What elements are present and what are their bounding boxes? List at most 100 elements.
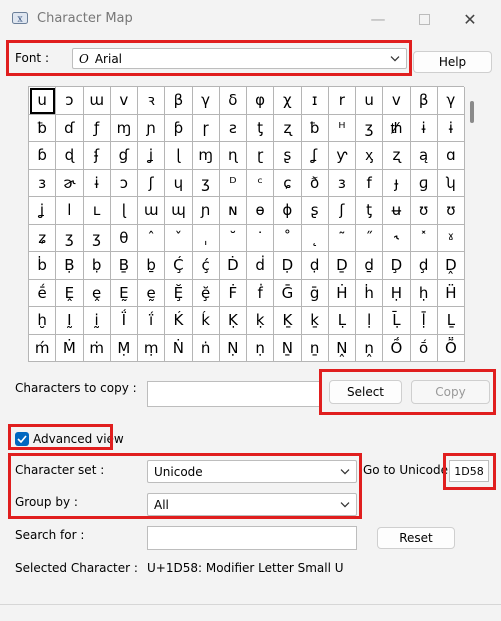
character-cell[interactable]: ɪ [301, 87, 329, 115]
character-cell[interactable]: ḅ [83, 252, 111, 280]
character-cell[interactable]: ƫ [247, 114, 275, 142]
character-cell[interactable]: ƥ [165, 114, 193, 142]
character-cell[interactable]: ʑ [29, 224, 57, 252]
character-cell[interactable]: ˆ [138, 224, 166, 252]
character-cell[interactable]: ḏ [356, 252, 384, 280]
character-cell[interactable]: Ḥ [383, 279, 411, 307]
character-cell[interactable]: ɱ [192, 142, 220, 170]
character-cell[interactable]: ᶜ [247, 169, 275, 197]
character-cell[interactable]: Ḱ [165, 307, 193, 335]
character-cell[interactable]: ɡ [410, 169, 438, 197]
maximize-button[interactable] [404, 6, 444, 32]
character-cell[interactable]: ḑ [410, 252, 438, 280]
character-cell[interactable]: ʒ [356, 114, 384, 142]
character-cell[interactable]: Ḅ [56, 252, 84, 280]
character-cell[interactable]: ḿ [29, 334, 57, 362]
character-cell[interactable]: ʮ [437, 169, 465, 197]
character-cell[interactable]: Ḷ [328, 307, 356, 335]
character-cell[interactable]: ṃ [138, 334, 166, 362]
character-cell[interactable]: ḳ [247, 307, 275, 335]
character-cell[interactable]: ɯ [83, 87, 111, 115]
character-cell[interactable]: Ḧ [437, 279, 465, 307]
character-cell[interactable]: Ḯ [110, 307, 138, 335]
character-cell[interactable]: ḫ [29, 307, 57, 335]
grid-scrollbar[interactable] [467, 86, 478, 362]
character-cell[interactable]: ʃ [328, 197, 356, 225]
character-cell[interactable]: ṉ [301, 334, 329, 362]
character-cell[interactable]: Ḉ [165, 252, 193, 280]
character-cell[interactable]: ḝ [192, 279, 220, 307]
character-cell[interactable]: Ḇ [110, 252, 138, 280]
character-cell[interactable]: θ [110, 224, 138, 252]
character-cell[interactable]: Ṁ [56, 334, 84, 362]
character-cell[interactable]: ƒ [83, 114, 111, 142]
character-cell[interactable]: ɼ [192, 114, 220, 142]
character-cell[interactable]: ɭ [110, 197, 138, 225]
character-cell[interactable]: ꝛ [138, 87, 166, 115]
character-cell[interactable]: ṇ [247, 334, 275, 362]
character-cell[interactable]: ḥ [410, 279, 438, 307]
grid-scrollbar-thumb[interactable] [470, 101, 474, 123]
character-cell[interactable]: ʒ [192, 169, 220, 197]
close-button[interactable]: ✕ [450, 6, 490, 32]
character-cell[interactable]: ḷ [356, 307, 384, 335]
character-cell[interactable]: Ṋ [328, 334, 356, 362]
character-cell[interactable]: ṍ [410, 334, 438, 362]
character-cell[interactable]: ˌ [192, 224, 220, 252]
character-cell[interactable]: ɖ [56, 142, 84, 170]
character-cell[interactable]: ˞ [383, 224, 411, 252]
select-button[interactable]: Select [329, 380, 402, 404]
character-cell[interactable]: ɴ [219, 197, 247, 225]
character-cell[interactable]: Ḭ [56, 307, 84, 335]
character-cell[interactable]: ˠ [437, 224, 465, 252]
character-cell[interactable]: ḱ [192, 307, 220, 335]
character-cell[interactable]: ḯ [138, 307, 166, 335]
character-cell[interactable]: ƨ [219, 114, 247, 142]
character-cell[interactable]: ɨ [410, 114, 438, 142]
character-cell[interactable]: ð [301, 169, 329, 197]
character-cell[interactable]: ɕ [274, 169, 302, 197]
character-cell[interactable]: ɱ [110, 114, 138, 142]
character-cell[interactable]: ʟ [83, 197, 111, 225]
character-cell[interactable]: u [356, 87, 384, 115]
character-cell[interactable]: ɨ [437, 114, 465, 142]
character-cell[interactable]: Ṇ [219, 334, 247, 362]
character-cell[interactable]: ᵺ [383, 114, 411, 142]
character-cell[interactable]: ˙ [247, 224, 275, 252]
character-cell[interactable]: ḡ [301, 279, 329, 307]
character-cell[interactable]: ˇ [165, 224, 193, 252]
character-cell[interactable]: Ḏ [328, 252, 356, 280]
character-cell[interactable]: ɵ [247, 197, 275, 225]
reset-button[interactable]: Reset [377, 527, 455, 549]
character-cell[interactable]: ʐ [383, 142, 411, 170]
character-cell[interactable]: Ṏ [437, 334, 465, 362]
goto-unicode-input[interactable]: 1D58 [449, 460, 489, 482]
help-button[interactable]: Help [413, 51, 492, 73]
character-cell[interactable]: ʆ [301, 142, 329, 170]
character-cell[interactable]: ˘ [219, 224, 247, 252]
character-cell[interactable]: ḃ [29, 252, 57, 280]
group-by-dropdown[interactable]: All [147, 493, 357, 516]
character-cell[interactable]: l [56, 197, 84, 225]
character-cell[interactable]: ḉ [192, 252, 220, 280]
character-cell[interactable]: ą [410, 142, 438, 170]
character-cell[interactable]: ḣ [356, 279, 384, 307]
character-cell[interactable]: ƴ [328, 142, 356, 170]
character-grid[interactable]: uɔɯvꝛβγδφχɪruvβγƀɗƒɱɲƥɼƨƫʐƀᴴʒᵺɨɨɓɖʄɠʝɭɱɳ… [28, 86, 465, 362]
character-cell[interactable]: ˟ [410, 224, 438, 252]
character-cell[interactable]: ʃ [138, 169, 166, 197]
character-cell[interactable]: γ [437, 87, 465, 115]
character-cell[interactable]: ʐ [274, 114, 302, 142]
character-cell[interactable]: Ḙ [56, 279, 84, 307]
character-cell[interactable]: Ṃ [110, 334, 138, 362]
character-cell[interactable]: ṁ [83, 334, 111, 362]
character-cell[interactable]: Ḳ [219, 307, 247, 335]
character-cell[interactable]: ɲ [138, 114, 166, 142]
character-cell[interactable]: ʊ [437, 197, 465, 225]
character-cell[interactable]: ɽ [247, 142, 275, 170]
character-cell[interactable]: ḭ [83, 307, 111, 335]
character-cell[interactable]: Ḑ [383, 252, 411, 280]
character-cell[interactable]: ḹ [410, 307, 438, 335]
character-cell[interactable]: Ḛ [110, 279, 138, 307]
character-cell[interactable]: δ [219, 87, 247, 115]
